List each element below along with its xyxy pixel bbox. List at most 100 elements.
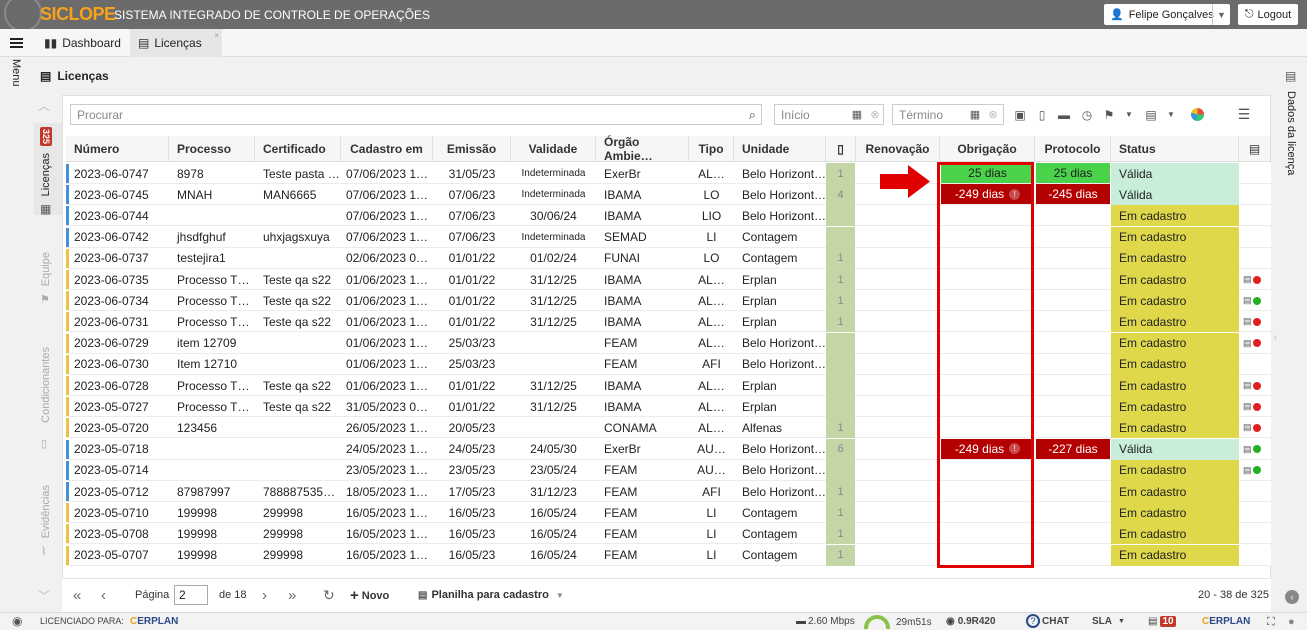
column-header[interactable]: Unidade — [734, 136, 826, 162]
table-row[interactable]: 2023-05-0707 199998 299998 16/05/2023 1… 16/… — [66, 544, 1271, 566]
close-icon[interactable]: × — [214, 31, 219, 40]
cell-protocolo[interactable]: -227 dias — [1036, 438, 1110, 459]
column-header[interactable]: Validade — [511, 136, 596, 162]
table-row[interactable]: 2023-06-0730 Item 12710 01/06/2023 1… 25/03… — [66, 353, 1271, 375]
chevron-down-icon[interactable]: ▼ — [1162, 105, 1180, 124]
search-input[interactable]: Procurar ⌕ — [70, 104, 762, 125]
page-input[interactable]: 2 — [174, 585, 208, 605]
table-row[interactable]: 2023-05-0708 199998 299998 16/05/2023 1… 16/… — [66, 523, 1271, 545]
column-header[interactable]: Protocolo — [1035, 136, 1111, 162]
logout-button[interactable]: ⎋ Logout — [1238, 4, 1298, 25]
table-row[interactable]: 2023-06-0735 Processo T… Teste qa s22 01/06… — [66, 269, 1271, 290]
menu-label[interactable]: Menu — [10, 59, 22, 87]
column-header[interactable]: Cadastro em — [341, 136, 433, 162]
sla-dropdown[interactable]: SLA ▼ — [1092, 616, 1125, 627]
report-icon[interactable]: ▤ — [1142, 105, 1160, 124]
table-row[interactable]: 2023-06-0747 8978 Teste pasta … 07/06/2023 … — [66, 163, 1271, 184]
chevron-down-icon[interactable]: ▼ — [1120, 105, 1138, 124]
report-status-icon[interactable]: ▤ — [1243, 274, 1261, 285]
cell-validade: 16/05/24 — [530, 505, 577, 520]
column-header[interactable]: Certificado — [255, 136, 341, 162]
report-status-icon[interactable]: ▤ — [1243, 338, 1261, 349]
tab-licencas-label: Licenças — [154, 36, 202, 50]
report-status-icon[interactable]: ▤ — [1243, 444, 1261, 455]
pie-chart-icon[interactable] — [1188, 105, 1206, 124]
novo-button[interactable]: + Novo — [350, 587, 389, 604]
first-page-icon[interactable]: « — [73, 587, 81, 604]
cell-emissao: 20/05/23 — [448, 420, 496, 435]
planilha-button[interactable]: ▤ Planilha para cadastro ▼ — [418, 589, 564, 601]
table-row[interactable]: 2023-06-0734 Processo T… Teste qa s22 01/06… — [66, 290, 1271, 312]
table-row[interactable]: 2023-05-0718 24/05/2023 1… 24/05/23 24/05/3… — [66, 438, 1271, 460]
cell-certificado: 299998 — [263, 548, 304, 563]
report-status-icon[interactable]: ▤ — [1243, 295, 1261, 306]
list-menu-icon[interactable]: ☰ — [1235, 105, 1253, 124]
report-status-icon[interactable]: ▤ — [1243, 380, 1261, 391]
calendar-icon[interactable]: ▦ — [966, 104, 984, 125]
calendar-icon[interactable]: ▦ — [848, 104, 866, 125]
column-header-clipboard-icon[interactable]: ▯ — [826, 136, 856, 162]
column-header-report-icon[interactable]: ▤ — [1239, 136, 1271, 162]
table-row[interactable]: 2023-05-0714 23/05/2023 1… 23/05/23 23/05/2… — [66, 459, 1271, 481]
tab-licencas[interactable]: ▤ Licenças × — [130, 29, 222, 57]
chevron-down-icon[interactable]: ﹀ — [38, 587, 50, 604]
column-header[interactable]: Órgão Ambie… — [596, 135, 689, 163]
pulse-icon[interactable]: ▬ — [1055, 105, 1073, 124]
clipboard-icon[interactable]: ▯ — [1033, 105, 1051, 124]
cell-tipo: LI — [706, 505, 717, 520]
table-row[interactable]: 2023-06-0745 MNAH MAN6665 07/06/2023 1… 07/0… — [66, 184, 1271, 206]
prev-page-icon[interactable]: ‹ — [101, 587, 106, 604]
report-status-icon[interactable]: ▤ — [1243, 316, 1261, 327]
last-page-icon[interactable]: » — [288, 587, 296, 604]
right-panel-label[interactable]: Dados da licença — [1285, 91, 1297, 175]
column-header[interactable]: Tipo — [689, 136, 734, 162]
user-menu-button[interactable]: 👤 Felipe Gonçalves ▼ — [1104, 4, 1230, 25]
column-header[interactable]: Renovação — [856, 136, 940, 162]
table-row[interactable]: 2023-06-0731 Processo T… Teste qa s22 01/06… — [66, 311, 1271, 333]
side-tab-condicionantes[interactable]: Condicionantes — [34, 347, 62, 437]
cell-certificado — [255, 333, 341, 354]
status-badge: Em cadastro — [1111, 269, 1239, 290]
table-row[interactable]: 2023-05-0712 87987997 788887535… 18/05/2023… — [66, 481, 1271, 502]
table-row[interactable]: 2023-05-0720 123456 26/05/2023 1… 20/05/23 C… — [66, 417, 1271, 439]
table-row[interactable]: 2023-06-0744 07/06/2023 1… 07/06/23 30/06/2… — [66, 205, 1271, 227]
table-row[interactable]: 2023-06-0742 jhsdfghuf uhxjagsxuya 07/06/20… — [66, 226, 1271, 248]
next-page-icon[interactable]: › — [262, 587, 267, 604]
column-header[interactable]: Emissão — [433, 136, 511, 162]
cell-protocolo[interactable]: -245 dias — [1036, 184, 1110, 205]
column-header[interactable]: Obrigação — [940, 136, 1035, 162]
chat-button[interactable]: ? CHAT — [1026, 614, 1069, 628]
refresh-icon[interactable]: ↻ — [323, 587, 335, 604]
chevron-left-icon[interactable]: ‹ — [1274, 332, 1277, 342]
table-row[interactable]: 2023-06-0729 item 12709 01/06/2023 1… 25/03… — [66, 332, 1271, 354]
calendar-filter-icon[interactable]: ▣ — [1011, 105, 1029, 124]
clear-icon[interactable]: ⊗ — [984, 104, 1002, 125]
scroll-right-icon[interactable]: ‹ — [1285, 590, 1299, 604]
tab-dashboard[interactable]: ▮▮ Dashboard — [36, 29, 129, 57]
table-row[interactable]: 2023-06-0728 Processo T… Teste qa s22 01/06… — [66, 375, 1271, 396]
cell-validade: 31/12/25 — [530, 272, 577, 287]
report-status-icon[interactable]: ▤ — [1243, 422, 1261, 433]
table-row[interactable]: 2023-06-0737 testejira1 02/06/2023 0… 01/01… — [66, 247, 1271, 269]
cell-protocolo[interactable]: 25 dias — [1036, 163, 1110, 183]
clear-icon[interactable]: ⊗ — [866, 104, 884, 125]
side-tab-evidencias[interactable]: Evidências — [34, 485, 62, 545]
table-row[interactable]: 2023-05-0710 199998 299998 16/05/2023 1… 16/… — [66, 502, 1271, 524]
column-header[interactable]: Número — [66, 136, 169, 162]
menu-hamburger-icon[interactable] — [10, 38, 23, 49]
clock-icon[interactable]: ◷ — [1078, 105, 1096, 124]
fullscreen-icon[interactable]: ⛶ — [1267, 616, 1275, 629]
column-header[interactable]: Status — [1111, 136, 1239, 162]
cell-certificado: 299998 — [263, 526, 304, 541]
notifications[interactable]: ▤ 10 — [1148, 616, 1176, 627]
chevron-up-icon[interactable]: ︿ — [38, 97, 50, 114]
search-icon[interactable]: ⌕ — [749, 107, 756, 123]
cell-orgao: FEAM — [604, 526, 638, 541]
table-row[interactable]: 2023-05-0727 Processo T… Teste qa s22 31/05… — [66, 396, 1271, 418]
report-status-icon[interactable]: ▤ — [1243, 401, 1261, 412]
flag-icon[interactable]: ⚑ — [1100, 105, 1118, 124]
column-header[interactable]: Processo — [169, 136, 255, 162]
cell-tipo: AL… — [698, 314, 725, 329]
status-nav-icon[interactable]: ◉ — [12, 614, 22, 628]
report-status-icon[interactable]: ▤ — [1243, 465, 1261, 476]
